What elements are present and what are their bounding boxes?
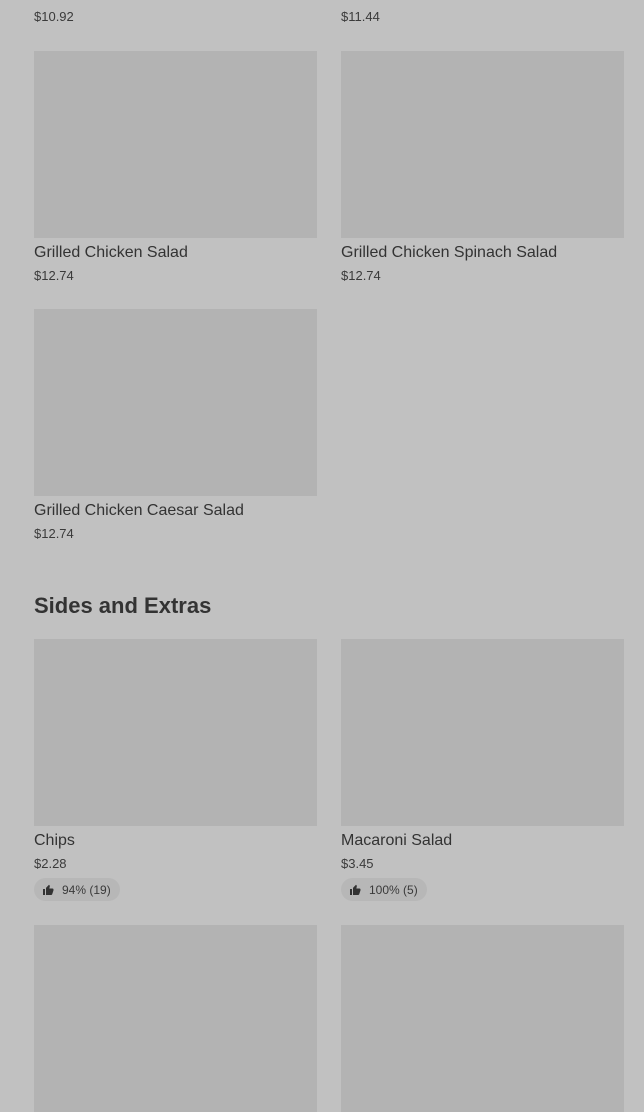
menu-item-image[interactable] bbox=[341, 639, 624, 826]
menu-item-image[interactable] bbox=[34, 51, 317, 238]
rating-text: 94% (19) bbox=[62, 882, 111, 897]
rating-badge: 100% (5) bbox=[341, 878, 427, 901]
menu-item-price: $12.74 bbox=[34, 268, 74, 283]
menu-item-price: $12.74 bbox=[34, 526, 74, 541]
menu-item-image[interactable] bbox=[34, 925, 317, 1112]
menu-item-image[interactable] bbox=[341, 51, 624, 238]
menu-item-card[interactable]: Chips $2.28 94% (19) bbox=[34, 639, 317, 901]
menu-item-price: $10.92 bbox=[34, 9, 74, 24]
menu-item-image[interactable] bbox=[34, 309, 317, 496]
menu-item-price: $3.45 bbox=[341, 856, 374, 871]
thumbs-up-icon bbox=[43, 884, 54, 895]
menu-item-price: $11.44 bbox=[341, 9, 380, 24]
menu-item-card[interactable]: Grilled Chicken Salad $12.74 bbox=[34, 51, 317, 283]
menu-item-name: Grilled Chicken Salad bbox=[34, 244, 188, 261]
menu-item-card[interactable]: Grilled Chicken Caesar Salad $12.74 bbox=[34, 309, 317, 541]
menu-item-name: Chips bbox=[34, 832, 75, 849]
menu-item-price: $12.74 bbox=[341, 268, 381, 283]
menu-item-name: Grilled Chicken Caesar Salad bbox=[34, 502, 244, 519]
menu-item-card[interactable] bbox=[341, 925, 624, 1112]
rating-text: 100% (5) bbox=[369, 882, 418, 897]
rating-badge: 94% (19) bbox=[34, 878, 120, 901]
thumbs-up-icon bbox=[350, 884, 361, 895]
menu-item-name: Macaroni Salad bbox=[341, 832, 453, 849]
menu-item-price: $2.28 bbox=[34, 856, 67, 871]
menu-item-card[interactable]: Macaroni Salad $3.45 100% (5) bbox=[341, 639, 624, 901]
menu-item-image[interactable] bbox=[341, 925, 624, 1112]
section-title: Sides and Extras bbox=[34, 593, 212, 618]
menu-item-card[interactable]: Grilled Chicken Spinach Salad $12.74 bbox=[341, 51, 624, 283]
menu-item-card[interactable] bbox=[34, 925, 317, 1112]
menu-item-name: Grilled Chicken Spinach Salad bbox=[341, 244, 558, 261]
menu-item-image[interactable] bbox=[34, 639, 317, 826]
